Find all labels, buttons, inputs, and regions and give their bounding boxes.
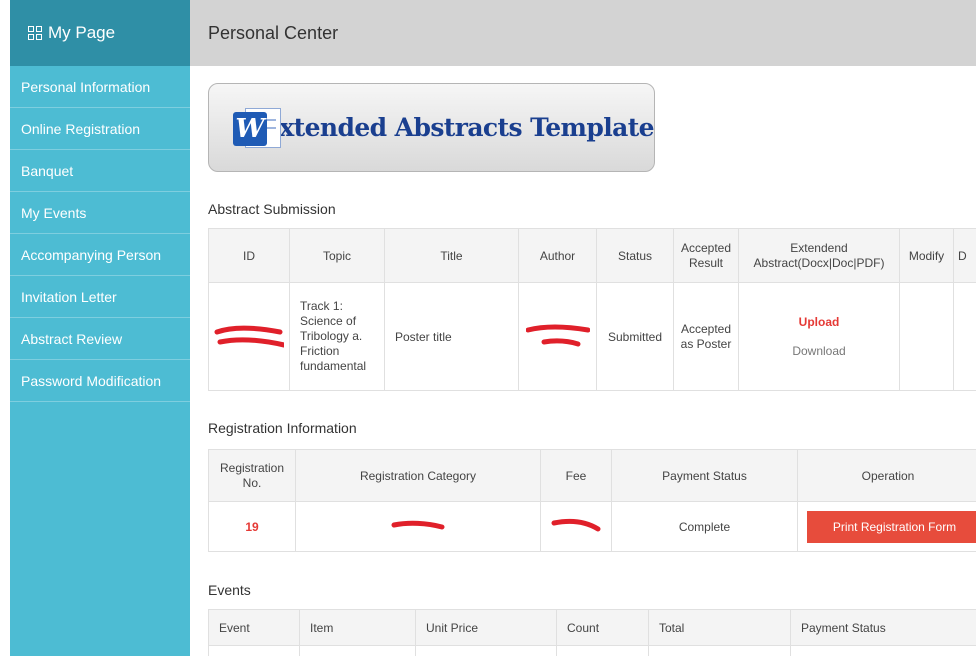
extended-abstracts-template-button[interactable]: W Extended Abstracts Template xyxy=(208,83,655,172)
column-header: Registration No. xyxy=(208,449,296,502)
page-header: Personal Center xyxy=(190,0,976,66)
column-header: Item xyxy=(299,609,416,646)
sidebar-item-password-modification[interactable]: Password Modification xyxy=(10,360,190,402)
redacted-mark xyxy=(391,517,445,533)
registration-payment-status-cell: Complete xyxy=(611,501,798,552)
grid-icon xyxy=(28,25,43,41)
abstract-file-cell: Upload Download xyxy=(738,282,900,391)
column-header: Topic xyxy=(289,228,385,283)
column-header: Operation xyxy=(797,449,976,502)
sidebar-item-abstract-review[interactable]: Abstract Review xyxy=(10,318,190,360)
redacted-mark xyxy=(525,320,590,350)
redacted-mark xyxy=(214,320,284,350)
column-header: Extendend Abstract(Docx|Doc|PDF) xyxy=(738,228,900,283)
sidebar-item-invitation-letter[interactable]: Invitation Letter xyxy=(10,276,190,318)
sidebar-title: My Page xyxy=(48,23,116,42)
registration-fee-cell xyxy=(540,501,612,552)
main-content: W Extended Abstracts Template Abstract S… xyxy=(190,66,976,656)
column-header: Payment Status xyxy=(611,449,798,502)
event-cell xyxy=(299,645,416,656)
column-header: Accepted Result xyxy=(673,228,739,283)
upload-link[interactable]: Upload xyxy=(743,315,895,329)
events-table: Event Item Unit Price Count Total Paymen… xyxy=(208,609,976,656)
column-header: Count xyxy=(556,609,649,646)
registration-operation-cell: Print Registration Form xyxy=(797,501,976,552)
column-header: Total xyxy=(648,609,791,646)
event-cell xyxy=(790,645,976,656)
table-row: Track 1: Science of Tribology a. Frictio… xyxy=(208,282,976,391)
column-header: Event xyxy=(208,609,300,646)
registration-table-header: Registration No. Registration Category F… xyxy=(208,449,976,502)
abstract-submission-heading: Abstract Submission xyxy=(208,201,336,217)
sidebar-item-personal-information[interactable]: Personal Information xyxy=(10,66,190,108)
abstract-submission-table: ID Topic Title Author Status Accepted Re… xyxy=(208,228,976,391)
abstract-table-header: ID Topic Title Author Status Accepted Re… xyxy=(208,228,976,283)
column-header: Author xyxy=(518,228,597,283)
column-header: D xyxy=(953,228,976,283)
registration-number-cell: 19 xyxy=(208,501,296,552)
column-header: Status xyxy=(596,228,674,283)
abstract-extra-cell xyxy=(953,282,976,391)
registration-information-table: Registration No. Registration Category F… xyxy=(208,449,976,552)
registration-information-heading: Registration Information xyxy=(208,420,357,436)
sidebar-header: My Page xyxy=(10,0,190,66)
event-cell xyxy=(208,645,300,656)
column-header: Fee xyxy=(540,449,612,502)
abstract-author-cell xyxy=(518,282,597,391)
sidebar-item-online-registration[interactable]: Online Registration xyxy=(10,108,190,150)
abstract-modify-cell xyxy=(899,282,954,391)
print-registration-form-button[interactable]: Print Registration Form xyxy=(807,510,976,543)
column-header: ID xyxy=(208,228,290,283)
sidebar-item-accompanying-person[interactable]: Accompanying Person xyxy=(10,234,190,276)
events-table-header: Event Item Unit Price Count Total Paymen… xyxy=(208,609,976,646)
registration-category-cell xyxy=(295,501,541,552)
event-cell xyxy=(415,645,557,656)
abstract-topic-cell: Track 1: Science of Tribology a. Frictio… xyxy=(289,282,385,391)
table-row: 19 Complete Print Registration Form xyxy=(208,501,976,552)
column-header: Title xyxy=(384,228,519,283)
sidebar-item-my-events[interactable]: My Events xyxy=(10,192,190,234)
column-header: Registration Category xyxy=(295,449,541,502)
abstract-title-cell: Poster title xyxy=(384,282,519,391)
sidebar-item-banquet[interactable]: Banquet xyxy=(10,150,190,192)
page-title: Personal Center xyxy=(208,22,339,43)
abstract-status-cell: Submitted xyxy=(596,282,674,391)
column-header: Unit Price xyxy=(415,609,557,646)
event-cell xyxy=(648,645,791,656)
events-heading: Events xyxy=(208,582,251,598)
table-row xyxy=(208,645,976,656)
sidebar: My Page Personal Information Online Regi… xyxy=(10,0,190,656)
abstract-id-cell xyxy=(208,282,290,391)
column-header: Payment Status xyxy=(790,609,976,646)
column-header: Modify xyxy=(899,228,954,283)
event-cell xyxy=(556,645,649,656)
word-document-icon: W xyxy=(233,106,281,150)
redacted-mark xyxy=(551,516,601,534)
abstract-accepted-result-cell: Accepted as Poster xyxy=(673,282,739,391)
template-label: Extended Abstracts Template xyxy=(260,113,655,142)
download-link[interactable]: Download xyxy=(743,344,895,358)
